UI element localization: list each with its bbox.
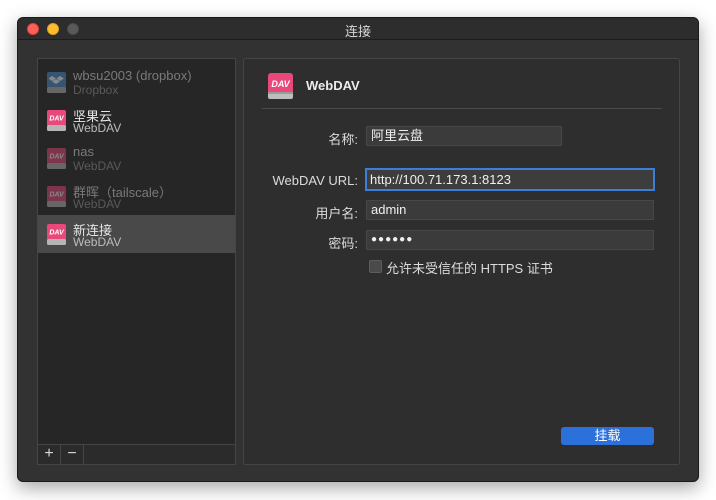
connection-detail-panel: DAV WebDAV 名称: 阿里云盘 WebDAV URL: http://1…: [243, 58, 680, 465]
connection-name: nas: [73, 144, 94, 159]
panel-title: WebDAV: [306, 78, 360, 93]
connection-item[interactable]: DAV 坚果云 WebDAV: [38, 101, 235, 139]
sidebar-toolbar: + −: [38, 444, 235, 464]
connection-type: Dropbox: [73, 83, 119, 97]
window-title: 连接: [344, 24, 371, 39]
connection-list: wbsu2003 (dropbox) Dropbox DAV 坚果云 WebDAV DAV…: [38, 59, 235, 445]
url-field[interactable]: http://100.71.173.1:8123: [365, 168, 655, 191]
username-label: 用户名:: [315, 206, 358, 221]
svg-text:DAV: DAV: [49, 116, 65, 123]
name-field[interactable]: 阿里云盘: [366, 126, 562, 146]
allow-untrusted-https-checkbox[interactable]: [369, 260, 382, 273]
mount-button[interactable]: 挂载: [561, 427, 654, 445]
connection-item[interactable]: wbsu2003 (dropbox) Dropbox: [38, 63, 235, 101]
connection-item[interactable]: DAV 群晖（tailscale） WebDAV: [38, 177, 235, 215]
password-label: 密码:: [328, 236, 358, 251]
name-label: 名称:: [328, 132, 358, 147]
url-label: WebDAV URL:: [272, 173, 359, 188]
webdav-icon: DAV: [47, 110, 66, 131]
webdav-icon: DAV: [47, 224, 66, 245]
connection-item[interactable]: DAV 新连接 WebDAV: [38, 215, 235, 253]
connection-type: WebDAV: [73, 235, 122, 249]
webdav-icon: DAV: [268, 73, 293, 99]
connection-type: WebDAV: [73, 121, 122, 135]
connection-item[interactable]: DAV nas WebDAV: [38, 139, 235, 177]
password-field[interactable]: ●●●●●●: [366, 230, 654, 250]
webdav-icon: DAV: [47, 186, 66, 207]
header-divider: [262, 108, 662, 109]
username-field[interactable]: admin: [366, 200, 654, 220]
connection-type: WebDAV: [73, 159, 122, 173]
remove-connection-button[interactable]: −: [61, 445, 84, 464]
title-bar[interactable]: 连接: [18, 18, 698, 40]
connect-window: 连接 wbsu2003 (dropbox) Dropbox DAV 坚果云 WebDAV…: [17, 17, 699, 482]
svg-text:DAV: DAV: [49, 192, 65, 199]
connection-type: WebDAV: [73, 197, 122, 211]
connection-name: wbsu2003 (dropbox): [73, 68, 192, 83]
connection-sidebar: wbsu2003 (dropbox) Dropbox DAV 坚果云 WebDAV DAV…: [37, 58, 236, 465]
svg-text:DAV: DAV: [49, 230, 65, 237]
allow-untrusted-https-label[interactable]: 允许未受信任的 HTTPS 证书: [386, 258, 553, 277]
svg-text:DAV: DAV: [49, 154, 65, 161]
svg-text:DAV: DAV: [271, 79, 290, 89]
add-connection-button[interactable]: +: [38, 445, 61, 464]
dropbox-icon: [47, 72, 66, 93]
webdav-icon: DAV: [47, 148, 66, 169]
